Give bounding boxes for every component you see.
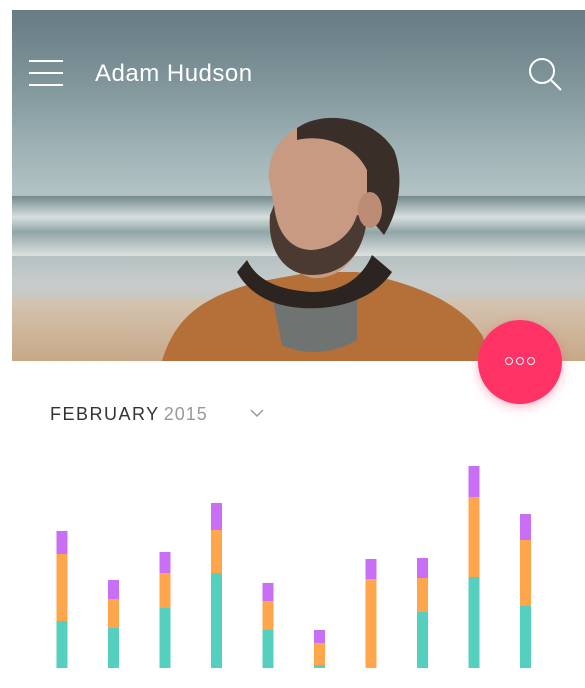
bar-7-segment-3 [365, 559, 377, 579]
hamburger-menu-icon[interactable] [29, 60, 63, 88]
bar-1-segment-1 [56, 621, 68, 668]
bar-6-segment-1 [314, 665, 325, 668]
bar-6-segment-2 [314, 643, 325, 665]
bar-3-segment-2 [159, 573, 171, 608]
bar-10-segment-3 [520, 514, 531, 540]
bar-5-segment-2 [262, 601, 274, 630]
bar-8-segment-2 [417, 578, 428, 612]
chevron-down-icon [250, 409, 264, 418]
month-label: FEBRUARY [50, 404, 160, 424]
bar-5-segment-3 [262, 583, 274, 601]
bar-2-segment-1 [108, 628, 119, 668]
bar-9-segment-2 [468, 497, 480, 577]
more-dots-icon [505, 357, 513, 365]
bar-1-segment-3 [56, 531, 68, 554]
bar-3-segment-1 [159, 608, 171, 668]
bar-4-segment-1 [211, 573, 222, 668]
bar-8-segment-1 [417, 612, 428, 668]
bar-7-segment-2 [365, 579, 377, 668]
bar-3-segment-3 [159, 552, 171, 573]
profile-screen: Adam Hudson FEBRUARY 2015 [12, 10, 585, 668]
more-actions-button[interactable] [478, 320, 562, 404]
bar-6-segment-3 [314, 630, 325, 643]
bar-5-segment-1 [262, 630, 274, 668]
bar-8-segment-3 [417, 558, 428, 578]
bar-4-segment-3 [211, 503, 222, 530]
bar-1-segment-2 [56, 554, 68, 621]
profile-name: Adam Hudson [95, 60, 253, 87]
bar-9-segment-1 [468, 577, 480, 668]
bar-9-segment-3 [468, 466, 480, 497]
bar-4-segment-2 [211, 530, 222, 573]
bar-10-segment-1 [520, 606, 531, 668]
bar-2-segment-3 [108, 580, 119, 599]
month-selector[interactable]: FEBRUARY 2015 [50, 404, 264, 428]
search-icon[interactable] [527, 56, 563, 92]
bar-2-segment-2 [108, 599, 119, 628]
bar-10-segment-2 [520, 540, 531, 606]
stacked-bar-chart [56, 466, 531, 668]
year-label: 2015 [163, 404, 208, 424]
